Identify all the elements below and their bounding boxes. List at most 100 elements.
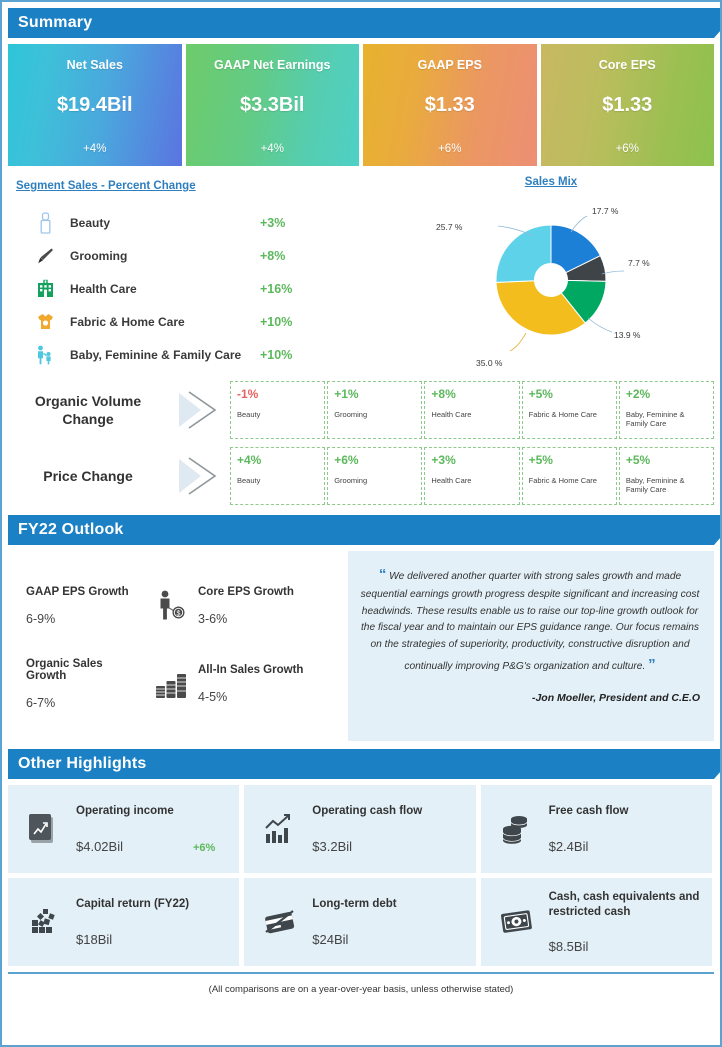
outlook-section-header: FY22 Outlook xyxy=(8,515,720,545)
cell-label: Beauty xyxy=(237,410,261,419)
donut-label-3: 13.9 % xyxy=(614,330,641,340)
blocks-icon xyxy=(18,905,70,939)
outlook-item-all-in-sales-growth: All-In Sales Growth 4-5% xyxy=(198,664,316,704)
chevron-icon xyxy=(168,453,230,499)
card-value: $1.33 xyxy=(424,94,475,116)
card-value: $1.33 xyxy=(602,94,653,116)
family-icon xyxy=(32,345,58,365)
hospital-icon xyxy=(32,279,58,298)
person-money-icon: $ xyxy=(144,588,198,624)
highlight-delta: +6% xyxy=(192,841,216,854)
change-cells: +4% Beauty +6% Grooming +3% Health Care … xyxy=(230,447,715,505)
card-delta: +6% xyxy=(615,143,639,155)
highlight-bottom: $3.2Bil xyxy=(312,839,465,854)
organic-volume-change-row: Organic Volume Change -1% Beauty +1% Gro… xyxy=(8,379,715,441)
sales-mix-title[interactable]: Sales Mix xyxy=(388,176,714,188)
highlight-value: $4.02Bil xyxy=(76,838,123,854)
change-cell: +8% Health Care xyxy=(424,381,520,439)
cell-label: Grooming xyxy=(334,476,368,485)
highlight-bottom: $2.4Bil xyxy=(549,839,702,854)
outlook-label: GAAP EPS Growth xyxy=(26,586,129,598)
cell-label: Baby, Feminine & Family Care xyxy=(625,410,685,429)
outlook-label: Core EPS Growth xyxy=(198,586,294,598)
cell-label: Health Care xyxy=(431,410,472,419)
quote-text-wrapper: “ We delivered another quarter with stro… xyxy=(360,563,700,678)
change-cell: +5% Fabric & Home Care xyxy=(521,381,617,439)
summary-cards: Net Sales $19.4Bil +4% GAAP Net Earnings… xyxy=(8,44,714,166)
highlight-bottom: $24Bil xyxy=(312,932,465,947)
cell-value: +2% xyxy=(625,387,651,401)
quote-open-icon: “ xyxy=(378,566,387,583)
summary-card-net-sales: Net Sales $19.4Bil +4% xyxy=(8,44,182,166)
segment-sales-block: Segment Sales - Percent Change Beauty +3… xyxy=(8,176,388,371)
cell-label: Baby, Feminine & Family Care xyxy=(625,476,685,495)
row-title: Price Change xyxy=(43,467,133,484)
highlight-body: Free cash flow $2.4Bil xyxy=(543,804,702,854)
chart-document-icon xyxy=(18,811,70,847)
donut-label-2: 7.7 % xyxy=(628,258,650,268)
highlight-body: Capital return (FY22) $18Bil xyxy=(70,897,229,947)
highlight-label: Operating cash flow xyxy=(312,805,423,818)
card-delta: +6% xyxy=(438,143,462,155)
change-tables: Organic Volume Change -1% Beauty +1% Gro… xyxy=(8,379,715,507)
change-cells: -1% Beauty +1% Grooming +8% Health Care … xyxy=(230,381,715,439)
outlook-value: 4-5% xyxy=(198,690,228,704)
segment-and-mix: Segment Sales - Percent Change Beauty +3… xyxy=(8,176,714,371)
highlight-card-operating-cash-flow: Operating cash flow $3.2Bil xyxy=(244,785,476,873)
donut-label-4: 35.0 % xyxy=(476,358,503,368)
infographic-page: Summary Net Sales $19.4Bil +4% GAAP Net … xyxy=(0,0,722,1047)
highlights-grid: Operating income $4.02Bil +6% Operating … xyxy=(8,785,714,966)
row-title: Organic Volume Change xyxy=(34,392,142,427)
card-label: GAAP Net Earnings xyxy=(214,58,331,72)
segment-pct: +3% xyxy=(260,215,286,230)
highlights-section-header: Other Highlights xyxy=(8,749,720,779)
cell-value: +1% xyxy=(334,387,359,401)
highlight-card-operating-income: Operating income $4.02Bil +6% xyxy=(8,785,240,873)
cell-value: +5% xyxy=(625,453,651,467)
card-delta: +4% xyxy=(260,143,284,155)
highlight-label: Cash, cash equivalents and restricted ca… xyxy=(548,890,700,918)
card-nodebt-icon xyxy=(254,906,306,938)
lipstick-icon xyxy=(32,211,58,234)
segment-pct: +8% xyxy=(260,248,286,263)
outlook-item-organic-sales-growth: Organic Sales Growth 6-7% xyxy=(26,658,144,710)
donut-label-5: 25.7 % xyxy=(436,222,463,232)
segment-name: Grooming xyxy=(70,248,128,263)
cell-value: +4% xyxy=(237,453,262,467)
highlight-bottom: $4.02Bil +6% xyxy=(76,839,229,854)
cell-label: Fabric & Home Care xyxy=(528,476,597,485)
segment-row-beauty: Beauty +3% xyxy=(8,206,388,239)
cell-value: +6% xyxy=(334,453,359,467)
change-cell: +5% Fabric & Home Care xyxy=(521,447,617,505)
outlook-title: FY22 Outlook xyxy=(18,521,124,538)
footer-text: (All comparisons are on a year-over-year… xyxy=(208,983,514,995)
segment-sales-title[interactable]: Segment Sales - Percent Change xyxy=(8,180,196,192)
outlook-value: 6-7% xyxy=(26,696,56,710)
highlight-value: $8.5Bil xyxy=(548,939,589,955)
highlight-label: Capital return (FY22) xyxy=(76,898,190,911)
coin-stacks-icon xyxy=(144,668,198,700)
cell-label: Fabric & Home Care xyxy=(528,410,597,419)
segment-pct: +16% xyxy=(260,281,293,296)
highlight-value: $3.2Bil xyxy=(312,838,353,854)
segment-pct: +10% xyxy=(260,314,293,329)
donut-label-1: 17.7 % xyxy=(592,206,619,216)
quote-author: -Jon Moeller, President and C.E.O xyxy=(531,691,700,704)
price-change-row: Price Change +4% Beauty +6% Grooming +3% xyxy=(8,445,715,507)
sales-mix-block: Sales Mix 17.7 % 7.7 % 13.9 % 35.0 % 25.… xyxy=(388,176,714,371)
highlight-body: Operating cash flow $3.2Bil xyxy=(306,804,465,854)
segment-row-fabric-home-care: Fabric & Home Care +10% xyxy=(8,305,388,338)
change-cell: +6% Grooming xyxy=(327,447,423,505)
change-cell: -1% Beauty xyxy=(230,381,326,439)
highlight-value: $24Bil xyxy=(312,931,349,947)
cell-value: -1% xyxy=(237,387,259,401)
cell-value: +8% xyxy=(431,387,456,401)
card-label: Core EPS xyxy=(598,58,656,72)
cell-label: Grooming xyxy=(334,410,368,419)
segment-row-health-care: Health Care +16% xyxy=(8,272,388,305)
cell-label: Health Care xyxy=(431,476,472,485)
summary-card-gaap-eps: GAAP EPS $1.33 +6% xyxy=(363,44,537,166)
sales-mix-donut-chart: 17.7 % 7.7 % 13.9 % 35.0 % 25.7 % xyxy=(406,188,696,368)
change-cell: +2% Baby, Feminine & Family Care xyxy=(618,381,715,439)
outlook-metrics: GAAP EPS Growth 6-9% $ Core EPS Growth 3… xyxy=(8,551,348,741)
